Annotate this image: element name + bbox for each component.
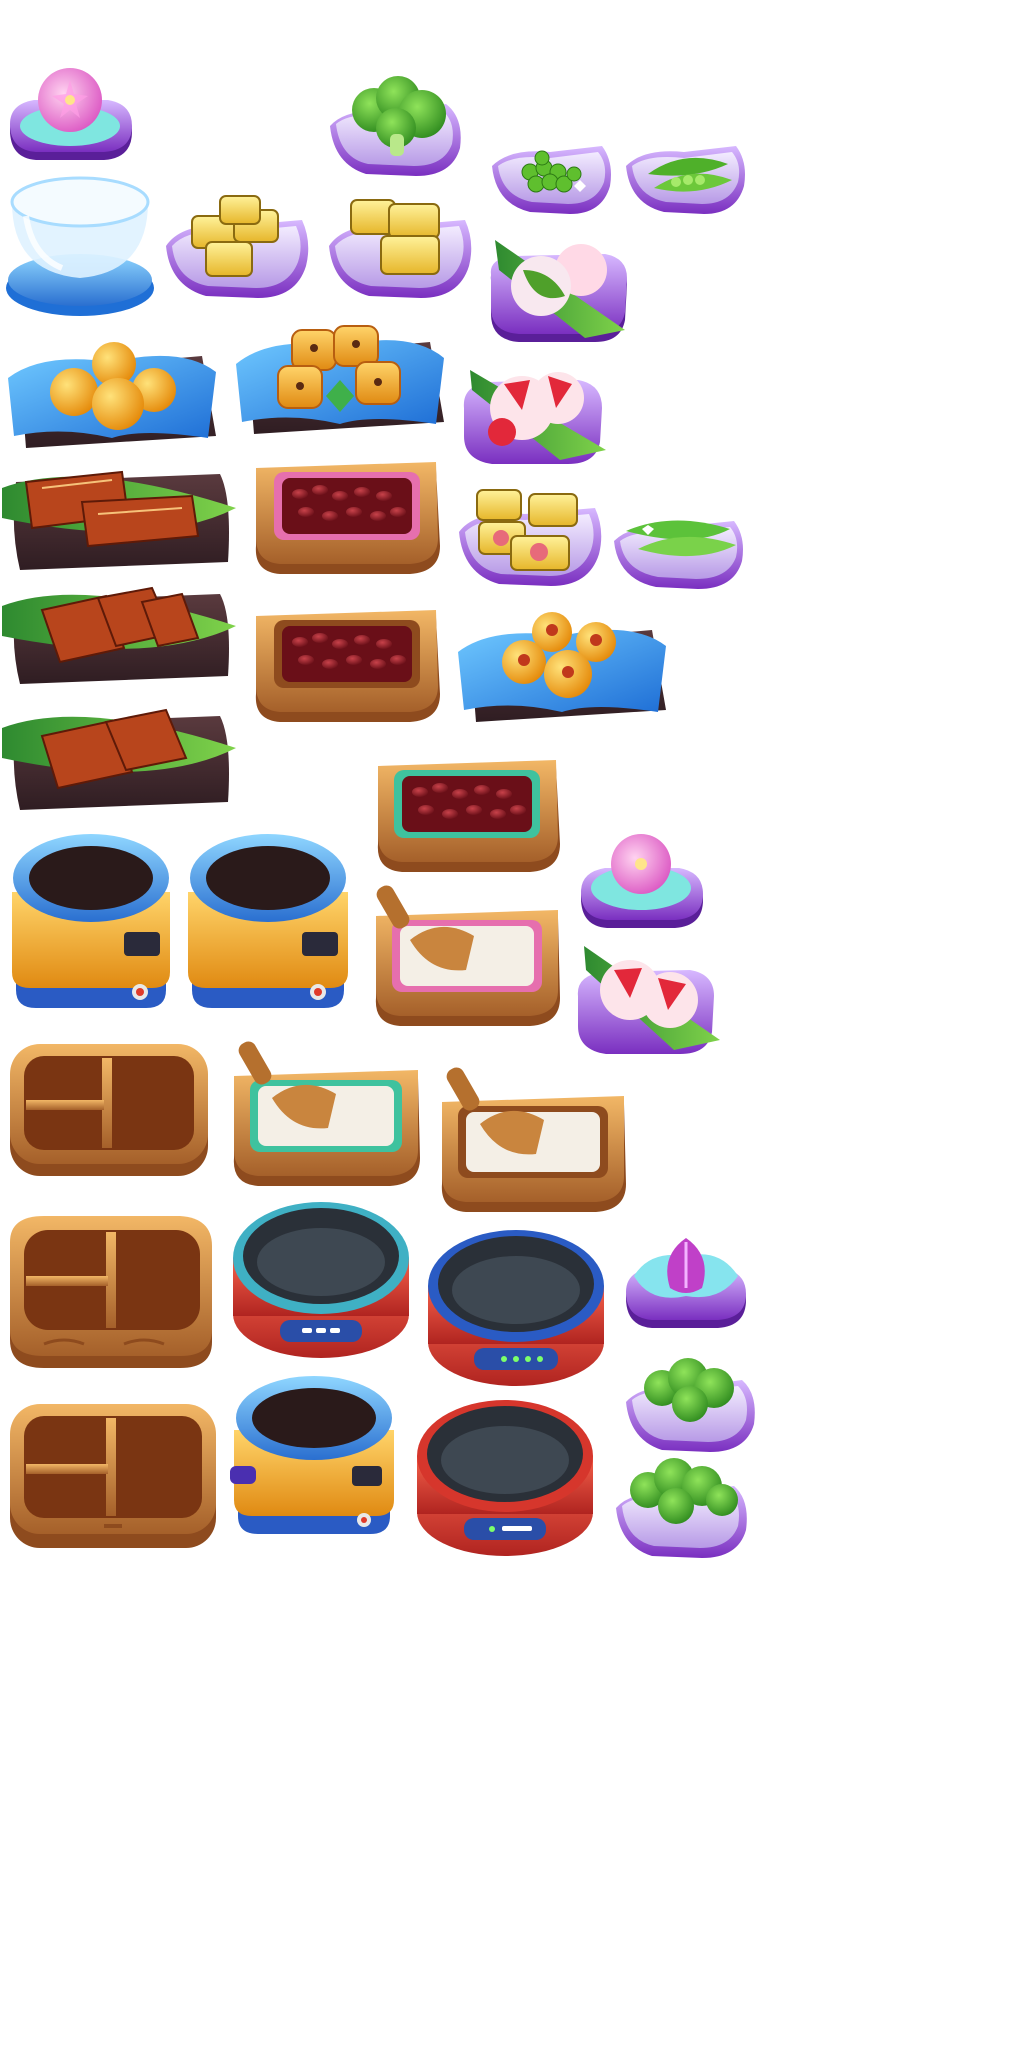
hot-pot-icon[interactable]: [228, 1194, 414, 1362]
broccoli-plate-icon[interactable]: [326, 68, 466, 183]
golden-balls-tray-icon[interactable]: [2, 332, 224, 452]
rice-cooker-3-icon[interactable]: [228, 1366, 400, 1538]
broccoli-plate-2-icon[interactable]: [622, 1348, 760, 1456]
rice-box-scoop-3-icon[interactable]: [436, 1062, 632, 1214]
red-beans-box-icon[interactable]: [250, 446, 446, 578]
rice-cooker-2-icon[interactable]: [182, 822, 354, 1014]
flower-wagashi-purple-icon[interactable]: [620, 1226, 750, 1332]
flower-wagashi-pink-icon[interactable]: [4, 50, 134, 165]
tamagoyaki-plate-icon[interactable]: [162, 186, 312, 304]
glazed-pastries-tray-icon[interactable]: [230, 312, 452, 440]
bento-box-icon[interactable]: [6, 1040, 212, 1178]
rice-box-scoop-2-icon[interactable]: [228, 1036, 426, 1188]
bento-box-3-icon[interactable]: [6, 1400, 220, 1550]
matcha-mochi-plate-icon[interactable]: [485, 230, 633, 348]
broccoli-plate-3-icon[interactable]: [612, 1452, 752, 1562]
bento-box-2-icon[interactable]: [4, 1212, 218, 1372]
grilled-eel-tray-icon[interactable]: [2, 458, 238, 578]
strawberry-daifuku-plate-icon[interactable]: [460, 350, 610, 470]
tamagoyaki-ham-plate-icon[interactable]: [455, 480, 605, 590]
hot-pot-2-icon[interactable]: [424, 1222, 608, 1390]
flower-wagashi-lilac-icon[interactable]: [575, 822, 707, 934]
green-peas-plate-icon[interactable]: [490, 128, 615, 220]
snow-peas-plate-icon[interactable]: [612, 505, 746, 593]
grilled-eel-tray-2-icon[interactable]: [2, 580, 238, 692]
hot-pot-3-icon[interactable]: [412, 1392, 598, 1560]
rice-box-scoop-icon[interactable]: [370, 880, 566, 1028]
grilled-eel-tray-3-icon[interactable]: [2, 700, 238, 818]
rice-cooker-icon[interactable]: [6, 822, 176, 1014]
pea-pods-plate-icon[interactable]: [624, 128, 749, 220]
red-beans-box-3-icon[interactable]: [372, 744, 564, 874]
red-beans-box-2-icon[interactable]: [250, 594, 446, 724]
tamagoyaki-plate-2-icon[interactable]: [325, 186, 477, 304]
red-bean-buns-tray-icon[interactable]: [452, 606, 674, 726]
glass-bowl-icon[interactable]: [2, 172, 158, 320]
strawberry-daifuku-plate-2-icon[interactable]: [574, 940, 720, 1060]
